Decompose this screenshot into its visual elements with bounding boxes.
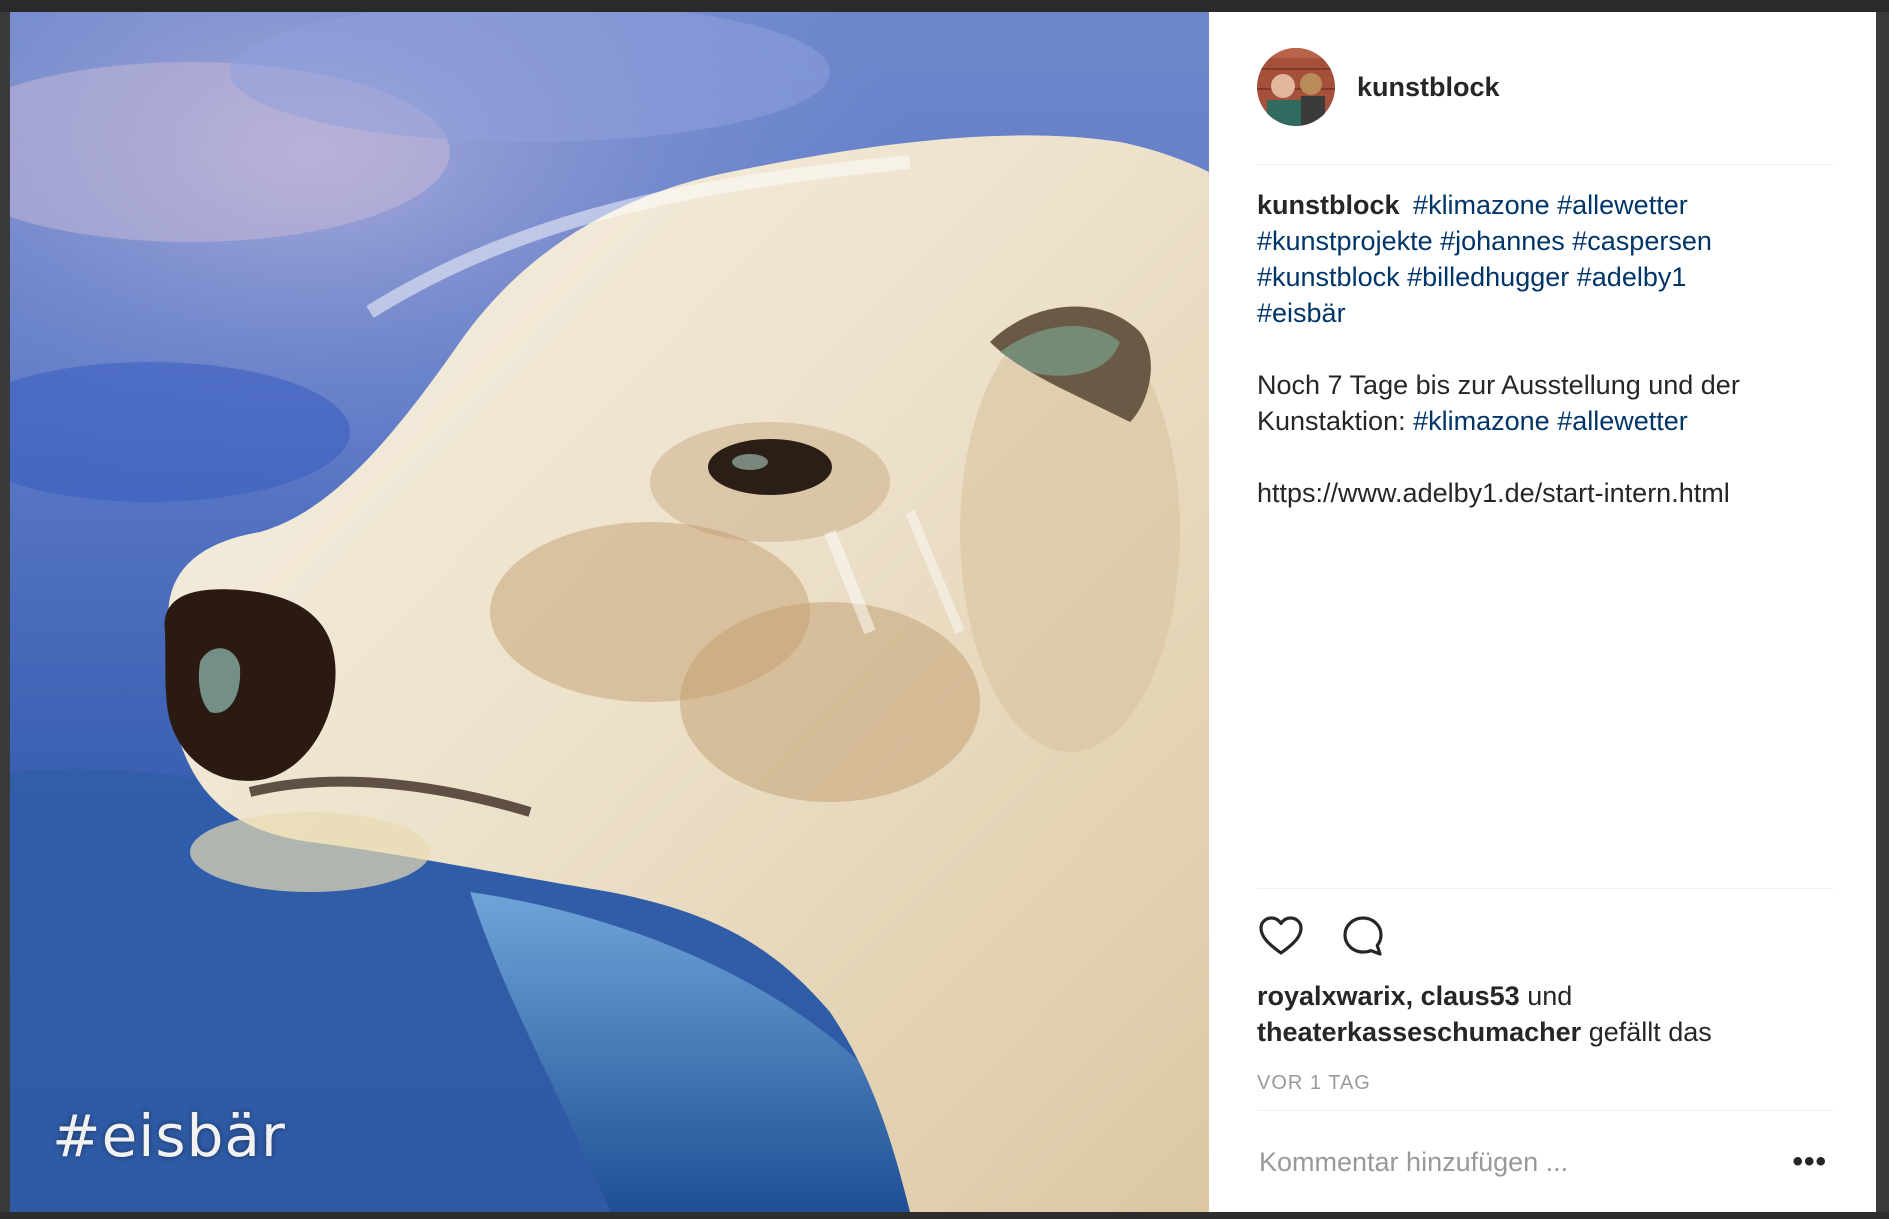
avatar[interactable]: [1257, 48, 1335, 126]
hashtag-link[interactable]: #adelby1: [1577, 262, 1687, 292]
likes-suffix: gefällt das: [1588, 1017, 1712, 1047]
caption-paragraph: Noch 7 Tage bis zur Ausstellung und der …: [1257, 367, 1837, 439]
comment-input[interactable]: [1257, 1145, 1761, 1179]
caption-line-2: #kunstprojekte #johannes #caspersen: [1257, 223, 1837, 259]
comment-bubble-icon[interactable]: [1339, 912, 1387, 960]
more-options-icon[interactable]: •••: [1792, 1145, 1827, 1179]
action-bar: [1257, 912, 1387, 960]
likes-separator: ,: [1405, 981, 1414, 1011]
hashtag-link[interactable]: #allewetter: [1557, 190, 1688, 220]
divider: [1257, 888, 1833, 889]
hashtag-link[interactable]: #klimazone: [1413, 190, 1550, 220]
divider: [1257, 1110, 1833, 1111]
username[interactable]: kunstblock: [1357, 72, 1500, 103]
backdrop-bottom: [0, 1212, 1889, 1219]
comment-form: •••: [1257, 1132, 1833, 1192]
post-modal: #eisbär kunstblock kunstblock #klimazone…: [10, 12, 1876, 1212]
polar-bear-painting: [10, 12, 1209, 1212]
hashtag-link[interactable]: #caspersen: [1572, 226, 1712, 256]
avatar-image: [1257, 48, 1335, 126]
post-photo[interactable]: #eisbär: [10, 12, 1209, 1212]
caption-author[interactable]: kunstblock: [1257, 190, 1400, 220]
caption-url: https://www.adelby1.de/start-intern.html: [1257, 478, 1730, 508]
caption-line-3: #kunstblock #billedhugger #adelby1: [1257, 259, 1837, 295]
heart-icon[interactable]: [1257, 912, 1305, 960]
post-header: kunstblock: [1257, 46, 1833, 165]
hashtag-link[interactable]: #kunstblock: [1257, 262, 1400, 292]
post-sidebar: kunstblock kunstblock #klimazone #allewe…: [1209, 12, 1876, 1212]
likes-summary: royalxwarix, claus53 und theaterkassesch…: [1257, 978, 1833, 1050]
caption-line-1: kunstblock #klimazone #allewetter: [1257, 187, 1837, 223]
liker-link[interactable]: claus53: [1421, 981, 1520, 1011]
liker-link[interactable]: royalxwarix: [1257, 981, 1406, 1011]
hashtag-link[interactable]: #eisbär: [1257, 298, 1346, 328]
hashtag-link[interactable]: #kunstprojekte: [1257, 226, 1433, 256]
likes-and: und: [1527, 981, 1573, 1011]
hashtag-link[interactable]: #billedhugger: [1407, 262, 1569, 292]
hashtag-link[interactable]: #johannes: [1440, 226, 1565, 256]
post-timestamp[interactable]: VOR 1 TAG: [1257, 1072, 1371, 1095]
hashtag-link[interactable]: #klimazone: [1413, 406, 1550, 436]
photo-overlay-hashtag: #eisbär: [52, 1102, 286, 1170]
caption-line-4: #eisbär: [1257, 295, 1837, 331]
backdrop-top: [0, 0, 1889, 12]
liker-link[interactable]: theaterkasseschumacher: [1257, 1017, 1581, 1047]
post-caption: kunstblock #klimazone #allewetter #kunst…: [1257, 187, 1837, 511]
hashtag-link[interactable]: #allewetter: [1557, 406, 1688, 436]
